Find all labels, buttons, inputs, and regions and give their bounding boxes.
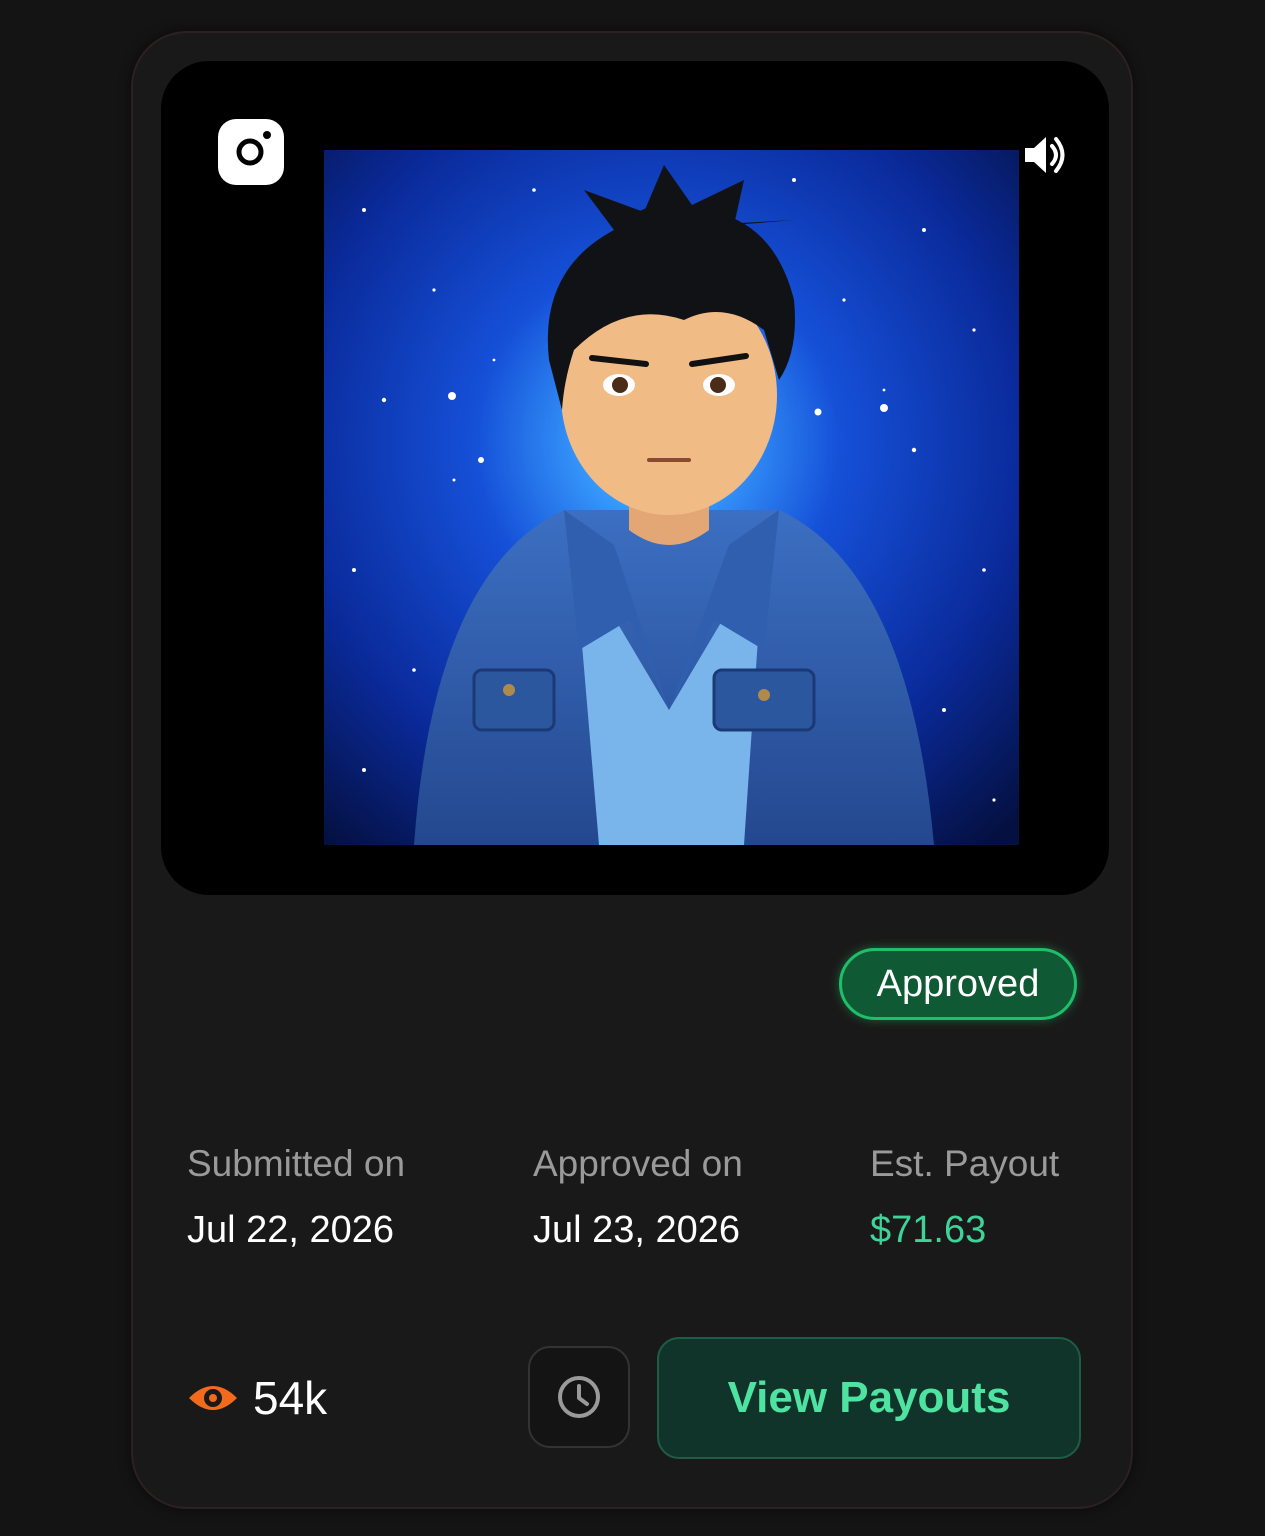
approved-label: Approved on bbox=[533, 1143, 743, 1184]
status-badge: Approved bbox=[839, 948, 1077, 1020]
payout-label: Est. Payout bbox=[870, 1143, 1060, 1184]
speaker-icon[interactable] bbox=[1021, 131, 1069, 179]
views-count: 54k bbox=[253, 1372, 328, 1424]
eye-icon bbox=[189, 1386, 237, 1410]
instagram-icon bbox=[218, 119, 284, 185]
history-button[interactable] bbox=[528, 1346, 630, 1448]
views-stat: 54k bbox=[187, 1369, 327, 1427]
submitted-date: Jul 22, 2026 bbox=[187, 1209, 395, 1251]
approved-date: Jul 23, 2026 bbox=[533, 1209, 741, 1251]
media-preview[interactable] bbox=[161, 61, 1109, 895]
submitted-label: Submitted on bbox=[187, 1143, 406, 1184]
video-thumbnail bbox=[324, 150, 1019, 845]
view-payouts-button[interactable]: View Payouts bbox=[657, 1337, 1081, 1459]
clock-icon bbox=[558, 1376, 600, 1418]
payout-amount: $71.63 bbox=[870, 1209, 987, 1251]
submission-card: Approved Submitted on Jul 22, 2026 Appro… bbox=[131, 31, 1133, 1509]
